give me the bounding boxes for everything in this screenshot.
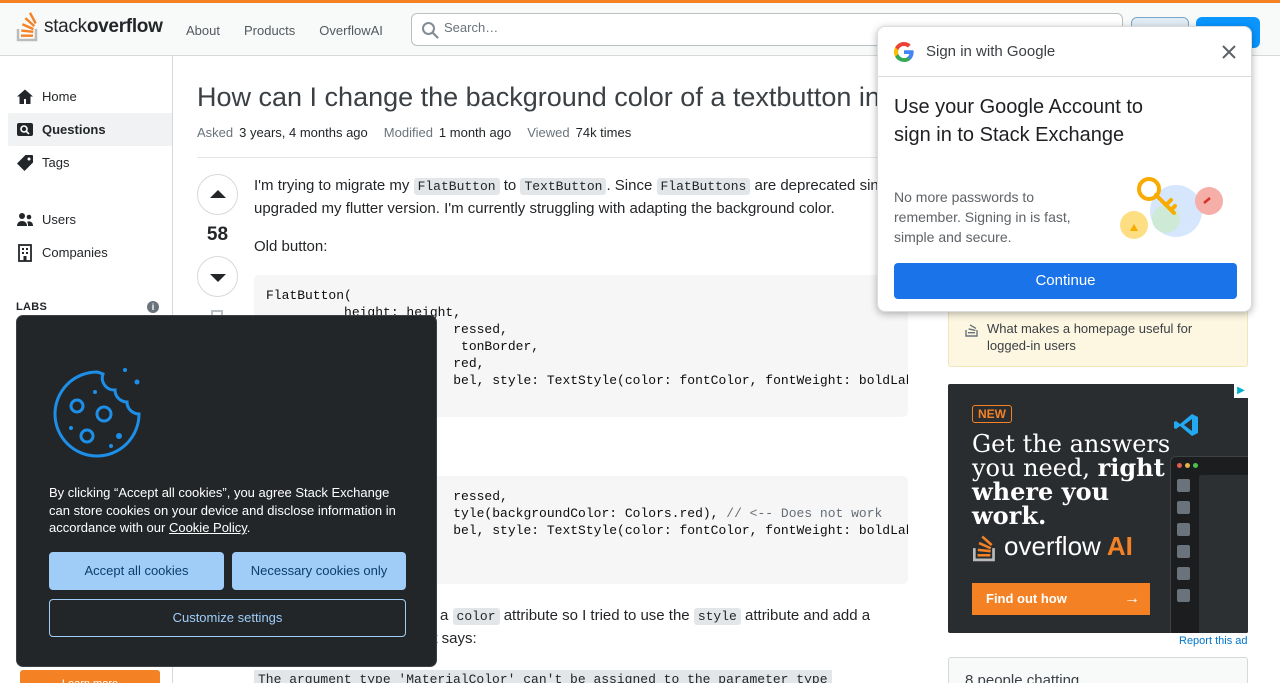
- blog-item-label: What makes a homepage useful for logged-…: [987, 321, 1193, 353]
- downvote-button[interactable]: [197, 256, 238, 297]
- sidebar-item-questions[interactable]: Questions: [8, 113, 172, 146]
- chat-widget[interactable]: 8 people chatting: [948, 657, 1248, 683]
- tag-icon: [17, 154, 33, 171]
- post-paragraph-1: I'm trying to migrate my FlatButton to T…: [254, 177, 879, 217]
- question-meta: Asked 3 years, 4 months ago Modified 1 mon…: [197, 125, 631, 140]
- sidebar-item-home[interactable]: Home: [8, 80, 172, 113]
- ad-cta-button[interactable]: Find out how →: [972, 583, 1150, 615]
- search-input[interactable]: [444, 20, 844, 35]
- arrow-up-icon: [209, 189, 226, 198]
- nav-about[interactable]: About: [176, 17, 230, 44]
- ad-new-badge: NEW: [972, 405, 1012, 423]
- divider: [197, 157, 917, 158]
- arrow-right-icon: →: [1124, 590, 1140, 607]
- learn-more-button[interactable]: Learn more: [20, 670, 160, 683]
- key-illustration-icon: [1120, 177, 1223, 239]
- post-paragraph-3: ve a color attribute so I tried to use t…: [420, 607, 871, 647]
- cookie-text: By clicking “Accept all cookies”, you ag…: [49, 485, 396, 535]
- advertisement[interactable]: NEW Get the answers you need, right wher…: [948, 384, 1248, 633]
- home-icon: [17, 89, 33, 104]
- upvote-button[interactable]: [197, 174, 238, 215]
- ad-choices-icon[interactable]: ▶: [1234, 384, 1248, 398]
- report-ad-link[interactable]: Report this ad: [1179, 635, 1247, 647]
- search-icon: [422, 22, 439, 39]
- labs-heading: LABS: [16, 301, 48, 313]
- overflow-ai-logo: overflow AI: [972, 530, 1133, 562]
- nav-overflowai[interactable]: OverflowAI: [309, 17, 393, 44]
- sidebar-item-users[interactable]: Users: [8, 203, 172, 236]
- google-popup-title: Sign in with Google: [926, 43, 1056, 60]
- blog-item[interactable]: What makes a homepage useful for logged-…: [965, 320, 1225, 354]
- cookie-policy-link[interactable]: Cookie Policy: [169, 520, 247, 535]
- users-icon: [17, 212, 33, 226]
- error-code-line: The argument type 'MaterialColor' can't …: [254, 670, 832, 683]
- ad-headline: Get the answers you need, right where yo…: [972, 430, 1171, 530]
- logo-text: stackoverflow: [44, 16, 163, 37]
- google-popup-heading: Use your Google Account to sign in to St…: [894, 96, 1144, 146]
- sidebar-item-tags[interactable]: Tags: [8, 146, 172, 179]
- questions-icon: [17, 122, 33, 136]
- google-popup-header: Sign in with Google: [878, 27, 1251, 77]
- meta-modified: Modified 1 month ago: [383, 125, 512, 140]
- sidebar-item-label: Home: [42, 89, 77, 104]
- sidebar-item-label: Users: [42, 212, 76, 227]
- google-icon: [894, 42, 914, 62]
- top-nav: About Products OverflowAI: [176, 17, 393, 44]
- post-paragraph-2: Old button:: [254, 238, 328, 255]
- meta-asked: Asked 3 years, 4 months ago: [197, 125, 368, 140]
- cookie-icon: [53, 368, 141, 458]
- stackoverflow-logo-icon: [973, 535, 995, 562]
- stackoverflow-logo-icon: [16, 12, 38, 42]
- accept-all-cookies-button[interactable]: Accept all cookies: [49, 552, 224, 590]
- sidebar-item-companies[interactable]: Companies: [8, 236, 172, 269]
- ad-app-mockup: [1170, 456, 1248, 633]
- arrow-down-icon: [209, 273, 226, 282]
- vscode-icon: [1174, 414, 1198, 436]
- nav-products[interactable]: Products: [234, 17, 305, 44]
- info-icon[interactable]: i: [147, 301, 159, 313]
- cookie-consent-banner: By clicking “Accept all cookies”, you ag…: [16, 315, 437, 667]
- sidebar-item-label: Tags: [42, 155, 70, 170]
- google-signin-popup: Sign in with Google Use your Google Acco…: [877, 26, 1252, 312]
- companies-icon: [18, 243, 32, 262]
- meta-viewed: Viewed 74k times: [527, 125, 632, 140]
- google-popup-body: No more passwords to remember. Signing i…: [894, 189, 1071, 245]
- question-title[interactable]: How can I change the background color of…: [197, 82, 880, 113]
- sidebar-item-label: Questions: [42, 122, 106, 137]
- continue-button[interactable]: Continue: [894, 263, 1237, 299]
- vote-count: 58: [206, 224, 229, 245]
- stackoverflow-logo[interactable]: stackoverflow: [16, 12, 163, 42]
- customize-settings-button[interactable]: Customize settings: [49, 599, 406, 637]
- necessary-cookies-button[interactable]: Necessary cookies only: [232, 552, 406, 590]
- stack-exchange-icon: [965, 324, 978, 337]
- sidebar-item-label: Companies: [42, 245, 108, 260]
- close-icon[interactable]: [1219, 42, 1239, 62]
